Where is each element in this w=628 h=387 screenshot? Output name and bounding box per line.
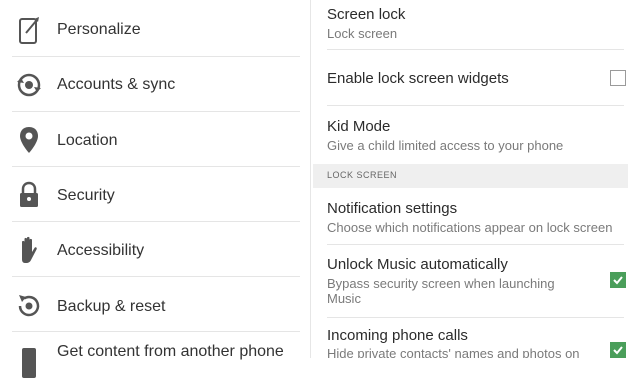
setting-title: Unlock Music automatically: [327, 256, 508, 273]
security-settings-panel: Screen lock Lock screen Enable lock scre…: [313, 0, 628, 358]
setting-title: Enable lock screen widgets: [327, 70, 509, 87]
phone-icon: [12, 348, 46, 382]
menu-item-label: Accounts & sync: [57, 76, 176, 93]
personalize-icon: [12, 13, 46, 47]
setting-subtitle-continued: Music: [327, 291, 361, 306]
setting-subtitle: Lock screen: [327, 26, 398, 41]
setting-title: Kid Mode: [327, 118, 391, 135]
setting-kid-mode[interactable]: Kid Mode Give a child limited access to …: [327, 106, 624, 164]
settings-menu: Personalize Accounts & sync Location Sec…: [0, 0, 300, 378]
setting-subtitle: Hide private contacts' names and photos …: [327, 346, 580, 358]
menu-item-accounts-sync[interactable]: Accounts & sync: [0, 57, 300, 112]
menu-item-location[interactable]: Location: [0, 112, 300, 167]
menu-item-label: Location: [57, 132, 118, 149]
setting-screen-lock[interactable]: Screen lock Lock screen: [327, 0, 624, 50]
setting-subtitle: Bypass security screen when launching: [327, 276, 555, 291]
setting-notification-settings[interactable]: Notification settings Choose which notif…: [327, 188, 624, 245]
menu-item-label: Accessibility: [57, 242, 145, 259]
checkmark-icon: [611, 343, 625, 357]
hand-icon: [12, 233, 46, 267]
unlock-music-checkbox[interactable]: [610, 272, 626, 288]
sync-icon: [12, 68, 46, 102]
menu-item-backup-reset[interactable]: Backup & reset: [0, 277, 300, 332]
location-pin-icon: [12, 123, 46, 157]
menu-item-personalize[interactable]: Personalize: [0, 2, 300, 57]
menu-item-security[interactable]: Security: [0, 167, 300, 222]
lock-widgets-checkbox[interactable]: [610, 70, 626, 86]
setting-title: Notification settings: [327, 200, 458, 217]
setting-title: Screen lock: [327, 6, 406, 23]
backup-icon: [12, 289, 46, 323]
setting-lock-screen-widgets[interactable]: Enable lock screen widgets: [327, 50, 626, 106]
checkmark-icon: [611, 273, 625, 287]
menu-item-label: Personalize: [57, 21, 141, 38]
setting-subtitle: Give a child limited access to your phon…: [327, 138, 564, 153]
menu-item-label: Backup & reset: [57, 298, 166, 315]
setting-subtitle: Choose which notifications appear on loc…: [327, 220, 613, 235]
incoming-calls-checkbox[interactable]: [610, 342, 626, 358]
menu-item-get-content[interactable]: Get content from another phone: [0, 332, 300, 387]
setting-unlock-music[interactable]: Unlock Music automatically Bypass securi…: [327, 245, 626, 318]
lock-screen-section-header: LOCK SCREEN: [313, 164, 628, 188]
lock-icon: [12, 178, 46, 212]
panel-divider: [310, 0, 311, 358]
section-header-label: LOCK SCREEN: [327, 170, 398, 180]
menu-item-label: Security: [57, 187, 115, 204]
menu-item-label: Get content from another phone: [57, 343, 284, 360]
setting-title: Incoming phone calls: [327, 327, 468, 344]
menu-item-accessibility[interactable]: Accessibility: [0, 222, 300, 277]
setting-incoming-calls[interactable]: Incoming phone calls Hide private contac…: [327, 318, 626, 358]
